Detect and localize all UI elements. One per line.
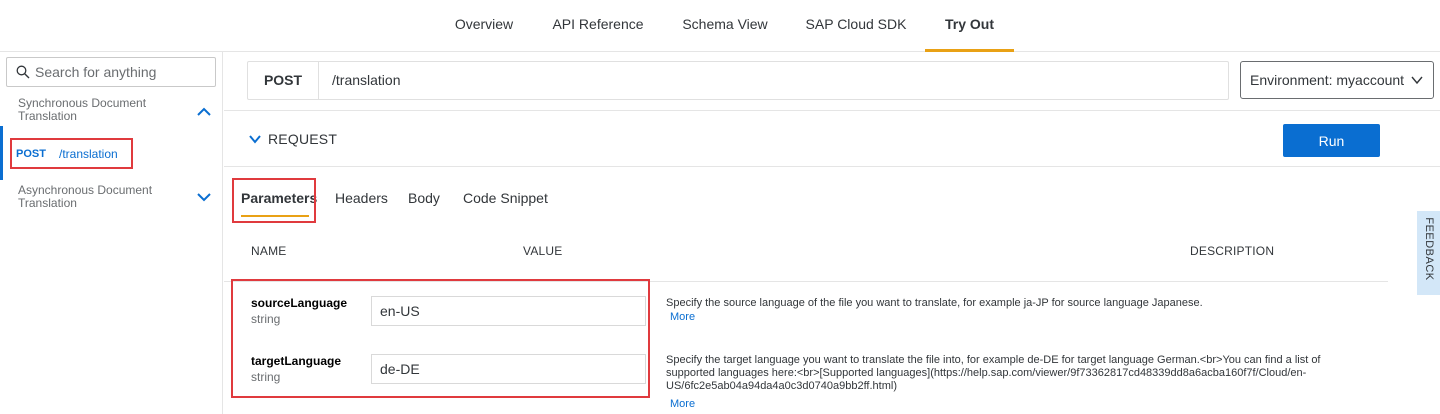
request-label: REQUEST [268,131,338,147]
tab-api-reference[interactable]: API Reference [550,0,646,52]
active-indicator [0,126,3,180]
sidebar-group-label: Synchronous Document Translation [18,96,147,123]
more-link[interactable]: More [670,398,695,410]
sidebar: Synchronous Document Translation POST /t… [0,52,223,414]
sidebar-group-asynchronous[interactable]: Asynchronous Document Translation [0,182,222,212]
sidebar-endpoint-translation[interactable]: POST /translation [0,126,222,180]
sidebar-group-label: Asynchronous Document Translation [18,183,153,210]
tab-code-snippet[interactable]: Code Snippet [463,190,548,206]
tab-try-out[interactable]: Try Out [925,0,1014,52]
highlight-box [231,279,650,398]
search-box[interactable] [6,57,216,87]
endpoint-bar: POST /translation [247,61,1229,100]
more-link[interactable]: More [670,311,695,323]
highlight-box [232,178,316,223]
main-content: POST /translation Environment: myaccount… [224,52,1440,414]
column-header-value: VALUE [523,244,563,258]
top-navigation: Overview API Reference Schema View SAP C… [0,0,1440,52]
tab-headers[interactable]: Headers [335,190,388,206]
chevron-up-icon[interactable] [196,104,212,120]
run-button[interactable]: Run [1283,124,1380,157]
param-description: Specify the source language of the file … [666,297,1203,309]
tab-sap-cloud-sdk[interactable]: SAP Cloud SDK [804,0,908,52]
column-header-description: DESCRIPTION [1190,244,1275,258]
feedback-label: FEEDBACK [1423,217,1435,281]
endpoint-method: POST [248,62,319,99]
param-description: Specify the target language you want to … [666,354,1321,392]
chevron-down-icon [1411,76,1423,85]
environment-select[interactable]: Environment: myaccount [1240,61,1434,99]
search-icon [16,65,30,79]
chevron-down-icon[interactable] [196,189,212,205]
request-section-header: REQUEST Run [224,110,1440,167]
tab-schema-view[interactable]: Schema View [680,0,770,52]
tab-overview[interactable]: Overview [451,0,517,52]
sidebar-group-synchronous[interactable]: Synchronous Document Translation [0,96,222,126]
endpoint-path: /translation [59,147,118,161]
chevron-down-icon [249,135,261,144]
endpoint-method: POST [16,148,46,160]
endpoint-path: /translation [332,72,401,88]
column-header-name: NAME [251,244,287,258]
environment-label: Environment: myaccount [1250,72,1405,88]
tab-body[interactable]: Body [408,190,440,206]
feedback-tab[interactable]: FEEDBACK [1417,211,1440,295]
search-input[interactable] [35,59,210,85]
